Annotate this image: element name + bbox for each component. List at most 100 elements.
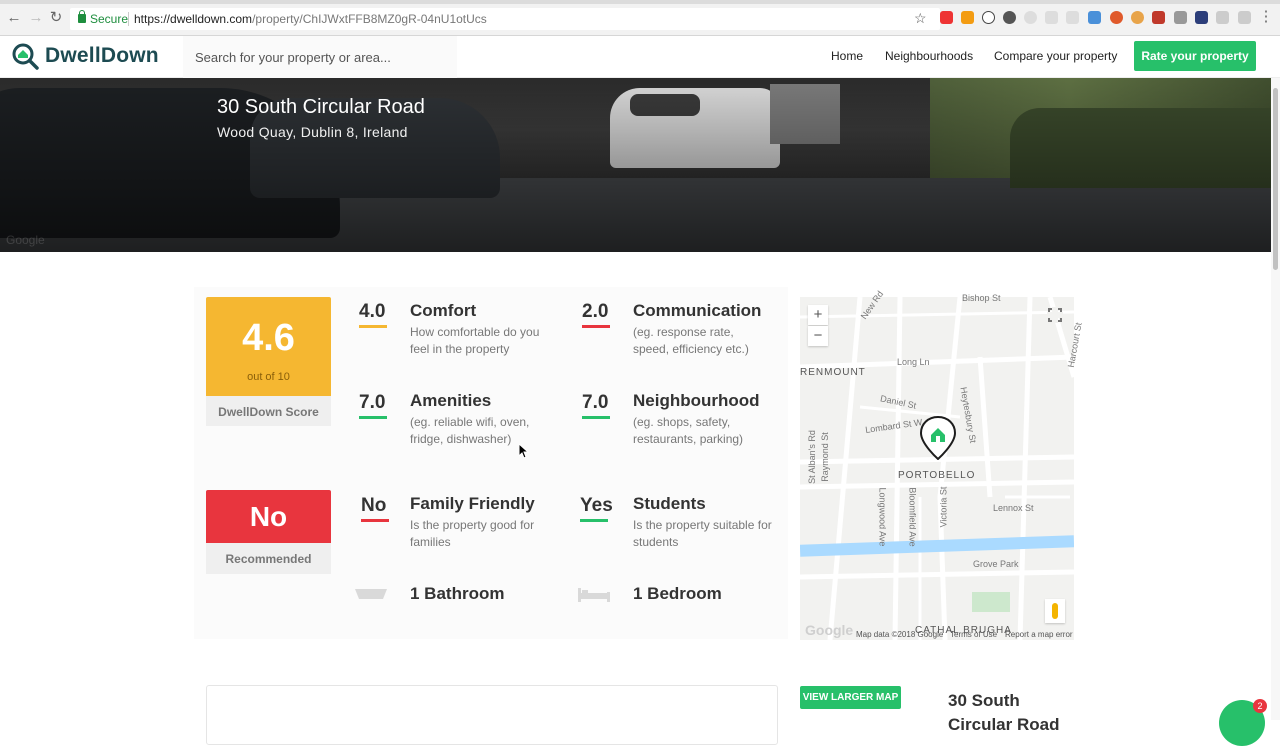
communication-score: 2.0 — [582, 301, 609, 322]
recommended-label: Recommended — [206, 543, 331, 574]
street-label: Bishop St — [962, 293, 1001, 303]
hero-streetview[interactable]: Google — [0, 78, 1280, 252]
recommended-card: No Recommended — [206, 490, 331, 574]
street-label: St Alban's Rd — [806, 430, 817, 484]
reload-icon[interactable]: ↻ — [48, 10, 64, 26]
street-label: Victoria St — [938, 486, 949, 528]
streetview-watermark: Google — [6, 233, 45, 247]
extension-icon[interactable] — [982, 11, 995, 24]
score-label: DwellDown Score — [206, 396, 331, 426]
family-friendly-bar — [361, 519, 389, 522]
amenities-title: Amenities — [410, 391, 492, 410]
students-value: Yes — [580, 495, 613, 516]
mouse-cursor-icon — [519, 444, 529, 459]
comfort-score: 4.0 — [359, 301, 386, 322]
zoom-in-button[interactable]: + — [808, 305, 828, 325]
amenities-bar — [359, 416, 387, 419]
forward-icon[interactable]: → — [28, 10, 44, 26]
chat-badge: 2 — [1253, 699, 1267, 713]
score-value: 4.6 — [242, 317, 295, 359]
amenities-desc: (eg. reliable wifi, oven, fridge, dishwa… — [410, 415, 530, 446]
tab-strip — [0, 0, 1280, 4]
dwelldown-score-card: 4.6 out of 10 DwellDown Score — [206, 297, 331, 426]
map-google-logo: Google — [805, 622, 854, 638]
scrollbar-thumb[interactable] — [1273, 88, 1278, 270]
search-input[interactable] — [183, 36, 457, 78]
browser-toolbar: ← → ↻ Secure https://dwelldown.com/prope… — [0, 0, 1280, 36]
comfort-desc: How comfortable do you feel in the prope… — [410, 325, 540, 356]
area-label-portobello: PORTOBELLO — [898, 470, 976, 481]
map-terms-link[interactable]: Terms of Use — [950, 630, 997, 639]
bathroom-count: 1 Bathroom — [410, 584, 505, 603]
zoom-out-button[interactable]: − — [808, 326, 828, 346]
menu-icon[interactable]: ⋮ — [1258, 9, 1274, 25]
extension-icon[interactable] — [1238, 11, 1251, 24]
hero-shade — [0, 78, 1280, 252]
rate-property-button[interactable]: Rate your property — [1134, 41, 1256, 71]
communication-bar — [582, 325, 610, 328]
property-address: Wood Quay, Dublin 8, Ireland — [217, 124, 408, 140]
reviews-box — [206, 685, 778, 745]
extension-icon[interactable] — [1152, 11, 1165, 24]
property-pin-icon[interactable] — [920, 416, 956, 460]
search-box[interactable] — [183, 36, 457, 78]
nav-neighbourhoods[interactable]: Neighbourhoods — [885, 49, 973, 63]
nav-home[interactable]: Home — [831, 49, 863, 63]
view-larger-map-button[interactable]: VIEW LARGER MAP — [800, 686, 901, 709]
bed-icon — [578, 588, 610, 602]
secure-label: Secure — [90, 12, 129, 26]
property-title: 30 South Circular Road — [217, 96, 425, 118]
logo-magnifier-icon[interactable] — [11, 42, 39, 70]
amenities-score: 7.0 — [359, 392, 386, 413]
street-label: Long Ln — [897, 357, 930, 367]
map-report-link[interactable]: Report a map error — [1005, 630, 1073, 639]
extension-icon[interactable] — [1174, 11, 1187, 24]
family-friendly-value: No — [361, 495, 387, 516]
nav-compare[interactable]: Compare your property — [994, 49, 1117, 63]
map-streets — [800, 297, 1074, 640]
url-path: /property/ChIJWxtFFB8MZ0gR-04nU1otUcs — [252, 12, 487, 26]
street-label: Grove Park — [973, 559, 1019, 569]
recommended-value: No — [206, 490, 331, 543]
family-friendly-title: Family Friendly — [410, 494, 535, 513]
comfort-title: Comfort — [410, 301, 477, 320]
extension-icon[interactable] — [1110, 11, 1123, 24]
score-out-of: out of 10 — [247, 371, 290, 383]
bedroom-count: 1 Bedroom — [633, 584, 722, 603]
extension-icon[interactable] — [1216, 11, 1229, 24]
extension-icon[interactable] — [1045, 11, 1058, 24]
address-bar[interactable]: Secure https://dwelldown.com/property/Ch… — [70, 8, 940, 30]
neighbourhood-desc: (eg. shops, safety, restaurants, parking… — [633, 415, 744, 446]
bottom-property-title: 30 South Circular Road — [948, 691, 1060, 734]
extension-icon[interactable] — [1024, 11, 1037, 24]
street-label: Longwood Ave — [877, 487, 888, 547]
neighbourhood-bar — [582, 416, 610, 419]
site-header: DwellDown Home Neighbourhoods Compare yo… — [0, 36, 1280, 78]
extension-icon[interactable] — [1066, 11, 1079, 24]
logo-text[interactable]: DwellDown — [45, 44, 159, 68]
lock-icon — [78, 10, 86, 23]
score-box: 4.6 out of 10 — [206, 297, 331, 396]
back-icon[interactable]: ← — [6, 10, 22, 26]
extension-icon[interactable] — [1195, 11, 1208, 24]
students-bar — [580, 519, 608, 522]
extension-icon[interactable] — [940, 11, 953, 24]
family-friendly-desc: Is the property good for families — [410, 518, 535, 549]
street-label: Bloomfield Ave — [907, 487, 918, 547]
url-text: https://dwelldown.com/property/ChIJWxtFF… — [134, 8, 487, 30]
map-attribution: Map data ©2018 Google — [856, 630, 944, 639]
location-map[interactable] — [800, 297, 1074, 640]
extension-icon[interactable] — [1003, 11, 1016, 24]
extension-icon[interactable] — [1088, 11, 1101, 24]
address-separator — [128, 12, 129, 26]
comfort-bar — [359, 325, 387, 328]
students-title: Students — [633, 494, 706, 513]
extension-icon[interactable] — [1131, 11, 1144, 24]
neighbourhood-title: Neighbourhood — [633, 391, 760, 410]
street-view-pegman-icon[interactable] — [1045, 599, 1065, 623]
fullscreen-icon[interactable] — [1047, 307, 1063, 323]
communication-desc: (eg. response rate, speed, efficiency et… — [633, 325, 749, 356]
neighbourhood-score: 7.0 — [582, 392, 609, 413]
bookmark-star-icon[interactable]: ☆ — [914, 10, 927, 27]
extension-icon[interactable] — [961, 11, 974, 24]
